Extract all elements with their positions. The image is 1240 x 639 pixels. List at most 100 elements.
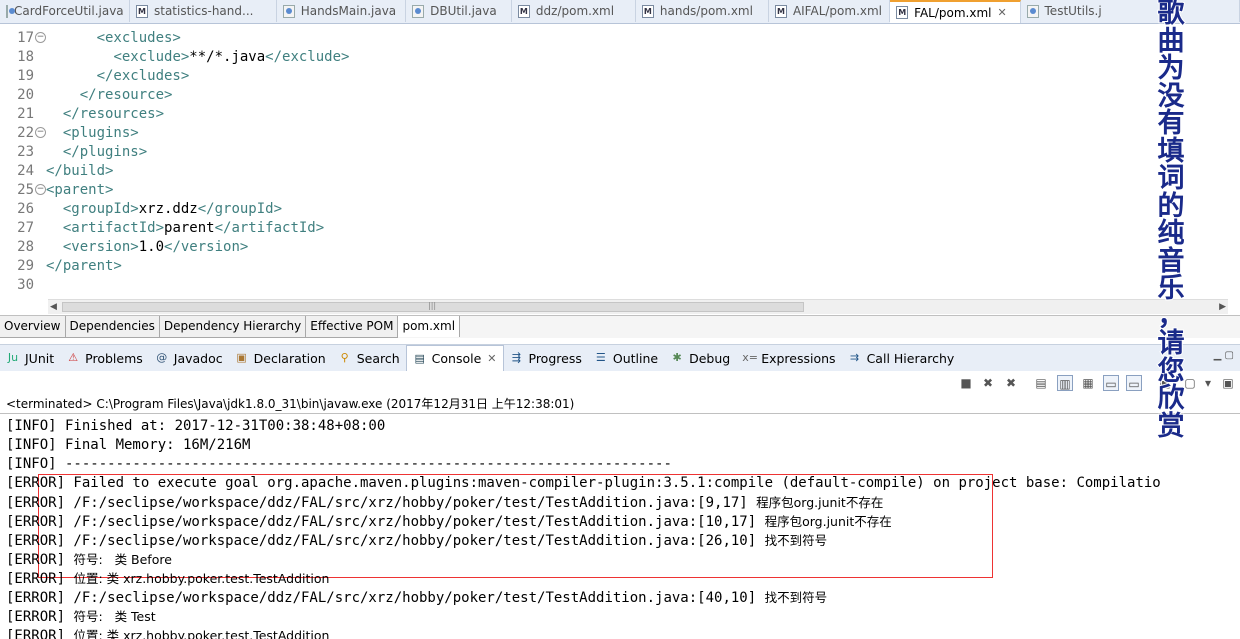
view-tab[interactable]: @ Javadoc (149, 346, 229, 370)
code-text: </parent> (46, 258, 122, 274)
view-tab[interactable]: ▤ Console ✕ (405, 345, 504, 371)
view-tab[interactable]: ⚠ Problems (60, 346, 149, 370)
editor-tab[interactable]: M AIFAL/pom.xml (769, 0, 891, 22)
java-file-icon (6, 4, 15, 18)
word-wrap-icon[interactable]: ▦ (1080, 375, 1096, 391)
line-number: 26 (17, 201, 34, 217)
minimize-maximize-icon[interactable]: ▁ ▢ (1214, 350, 1234, 361)
scrollbar-grip-icon: ||| (428, 301, 437, 310)
view-tab[interactable]: Ju JUnit (0, 346, 60, 370)
view-tab[interactable]: ▣ Declaration (229, 346, 332, 370)
editor-tab-label: HandsMain.java (300, 4, 397, 18)
overlay-caption: 歌曲为没有填词的纯音乐，请您欣赏 (1150, 0, 1192, 440)
fold-toggle-icon[interactable]: − (35, 184, 46, 195)
view-tab-label: Call Hierarchy (866, 350, 955, 366)
remove-launch-icon[interactable]: ✖ (980, 375, 996, 391)
pom-tab[interactable]: Dependency Hierarchy (159, 316, 307, 338)
editor-tab[interactable]: CardForceUtil.java (0, 0, 130, 22)
console-line-text: [ERROR] /F:/seclipse/workspace/ddz/FAL/s… (6, 495, 757, 511)
dropdown-icon[interactable]: ▾ (1200, 375, 1216, 391)
fold-toggle-icon[interactable]: − (35, 32, 46, 43)
overlay-char: 您 (1157, 355, 1186, 387)
editor-tab[interactable]: Mddz/pom.xml (512, 0, 636, 22)
code-line: 24 </build> (0, 162, 1240, 181)
progress-icon: ⇶ (511, 351, 522, 364)
console-line: [INFO] ---------------------------------… (6, 455, 672, 474)
fold-toggle-icon[interactable]: − (35, 127, 46, 138)
console-line: [ERROR] 位置: 类 xrz.hobby.poker.test.TestA… (6, 626, 329, 639)
code-text: <plugins> (62, 125, 139, 141)
pom-tab[interactable]: Overview (0, 316, 66, 338)
editor-tab[interactable]: M FAL/pom.xml ✕ (890, 0, 1021, 23)
editor-tab[interactable]: Mstatistics-hand... (130, 0, 277, 22)
scroll-right-arrow-icon[interactable]: ▶ (1219, 300, 1226, 314)
console-line-text: [ERROR] (6, 628, 74, 639)
console-toolbar: ■ ✖ ✖ ▤ ▥ ▦ ▭ ▭ ▣ ▢ ▾ ▣ (0, 371, 1240, 395)
console-line: [INFO] Final Memory: 16M/216M (6, 436, 250, 455)
editor-tab[interactable]: Mhands/pom.xml (636, 0, 769, 22)
console-output[interactable]: [INFO] Finished at: 2017-12-31T00:38:48+… (0, 413, 1240, 639)
console-line: [INFO] Finished at: 2017-12-31T00:38:48+… (6, 417, 385, 436)
maven-file-icon: M (517, 4, 530, 18)
code-text: <version>1.0</version> (62, 239, 249, 255)
horizontal-scrollbar[interactable]: ◀ ||| ▶ (48, 299, 1228, 314)
console-icon: ▤ (414, 351, 425, 365)
overlay-char: 请 (1157, 328, 1186, 359)
view-tab-label: Debug (689, 350, 731, 366)
show-on-stdout-icon[interactable]: ▭ (1103, 375, 1119, 391)
view-tab-label: Outline (612, 350, 659, 366)
view-tab[interactable]: ✱ Debug (664, 346, 736, 370)
editor-tab-label: FAL/pom.xml (914, 5, 992, 20)
scroll-left-arrow-icon[interactable]: ◀ (50, 300, 57, 314)
overlay-char: 为 (1157, 53, 1186, 84)
view-tab[interactable]: ⇶ Progress (504, 346, 588, 370)
clear-console-icon[interactable]: ▤ (1033, 375, 1049, 391)
code-line: 28 <version>1.0</version> (0, 238, 1240, 257)
view-tab[interactable]: ☰ Outline (588, 346, 664, 370)
overlay-char: 词 (1157, 163, 1186, 194)
editor-tab[interactable]: HandsMain.java (277, 0, 407, 22)
terminate-icon[interactable]: ■ (958, 375, 974, 391)
code-text: </excludes> (96, 68, 190, 84)
console-line: [ERROR] /F:/seclipse/workspace/ddz/FAL/s… (6, 493, 883, 512)
line-number: 24 (17, 163, 34, 179)
code-line: 27 <artifactId>parent</artifactId> (0, 219, 1240, 238)
code-text: <groupId>xrz.ddz</groupId> (62, 201, 283, 217)
code-text: </resource> (79, 87, 173, 103)
code-line: 22− <plugins> (0, 124, 1240, 143)
console-line-message: 找不到符号 (764, 533, 828, 548)
view-tab[interactable]: x= Expressions (736, 346, 841, 370)
close-icon[interactable]: ✕ (487, 352, 496, 365)
expressions-icon: x= (742, 351, 758, 364)
code-line: 25− <parent> (0, 181, 1240, 200)
pom-tab[interactable]: Effective POM (306, 316, 399, 338)
close-icon[interactable]: ✕ (998, 6, 1007, 19)
java-file-icon (282, 4, 295, 18)
view-tab[interactable]: ⚲ Search (332, 346, 406, 370)
scroll-lock-icon[interactable]: ▥ (1057, 375, 1073, 391)
editor-tab[interactable]: TestUtils.j (1021, 0, 1240, 22)
editor-tab-bar: CardForceUtil.java Mstatistics-hand... Han… (0, 0, 1240, 24)
overlay-char: 没 (1157, 80, 1186, 112)
open-console-icon[interactable]: ▣ (1220, 375, 1236, 391)
editor-tab[interactable]: DBUtil.java (406, 0, 512, 22)
view-tab-label: Search (356, 350, 400, 366)
console-line-message: 符号: 类 Test (73, 609, 156, 624)
maven-file-icon: M (641, 4, 654, 18)
console-line-text: [ERROR] (6, 552, 74, 568)
junit-icon: Ju (7, 351, 19, 364)
show-on-stderr-icon[interactable]: ▭ (1126, 375, 1142, 391)
outline-icon: ☰ (595, 351, 606, 364)
declaration-icon: ▣ (236, 351, 247, 364)
pom-tab[interactable]: pom.xml (398, 316, 461, 337)
overlay-char: 音 (1157, 245, 1186, 277)
pom-tab[interactable]: Dependencies (65, 316, 160, 338)
remove-all-terminated-icon[interactable]: ✖ (1003, 375, 1019, 391)
code-text: </plugins> (62, 144, 148, 160)
console-line: [ERROR] /F:/seclipse/workspace/ddz/FAL/s… (6, 512, 892, 531)
overlay-char: 歌 (1157, 0, 1186, 29)
view-tab-label: Javadoc (173, 350, 223, 366)
console-line-message: 找不到符号 (764, 590, 828, 605)
view-tab[interactable]: ⇉ Call Hierarchy (842, 346, 961, 370)
code-editor[interactable]: 17− <excludes> 18 <exclude>**/*.java</exc… (0, 24, 1240, 300)
